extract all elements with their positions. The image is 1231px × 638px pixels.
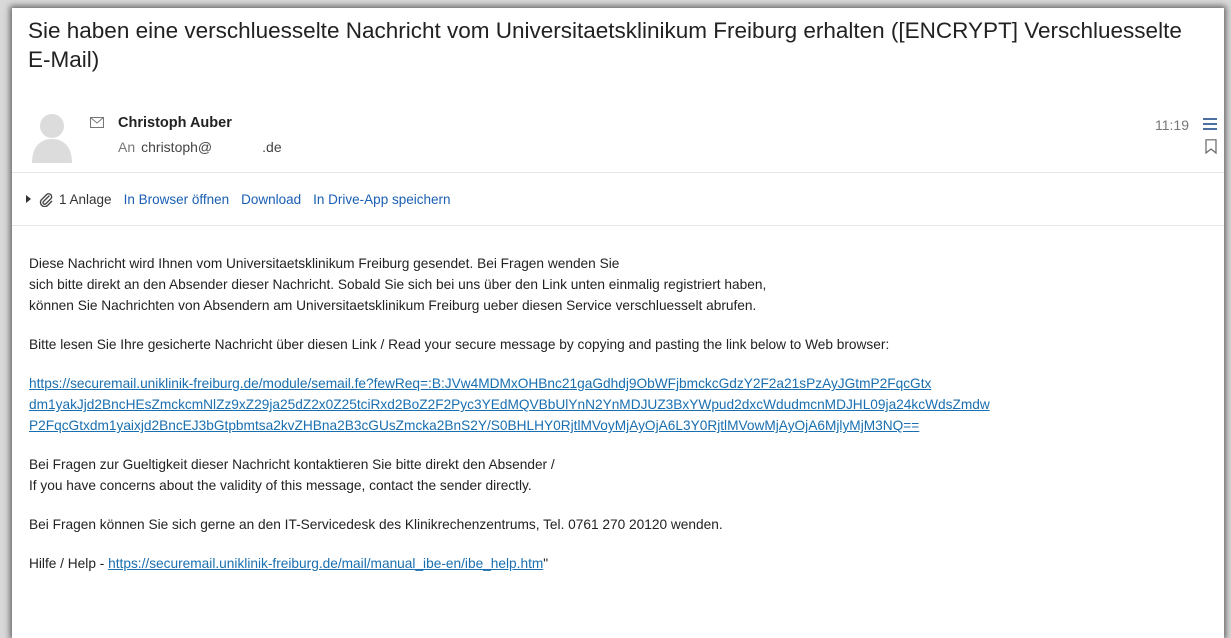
attachment-bar: 1 Anlage In Browser öffnen Download In Driv… xyxy=(26,191,451,211)
servicedesk-text: Bei Fragen können Sie sich gerne an den … xyxy=(29,517,723,532)
secure-link-block: https://securemail.uniklinik-freiburg.de… xyxy=(29,373,1209,436)
validity-paragraph: Bei Fragen zur Gueltigkeit dieser Nachri… xyxy=(29,454,1209,496)
sender-name[interactable]: Christoph Auber xyxy=(118,115,232,131)
intro-line: sich bitte direkt an den Absender dieser… xyxy=(29,277,767,292)
save-to-drive-link[interactable]: In Drive-App speichern xyxy=(313,192,450,207)
recipient-line: An christoph@ .de xyxy=(118,139,282,155)
menu-icon[interactable] xyxy=(1203,118,1217,130)
help-link[interactable]: https://securemail.uniklinik-freiburg.de… xyxy=(108,556,543,571)
recipient-domain: .de xyxy=(262,139,282,155)
help-prefix: Hilfe / Help - xyxy=(29,556,109,571)
email-body: Diese Nachricht wird Ihnen vom Universit… xyxy=(29,253,1209,574)
email-window: Sie haben eine verschluesselte Nachricht… xyxy=(12,8,1224,638)
servicedesk-paragraph: Bei Fragen können Sie sich gerne an den … xyxy=(29,514,1209,535)
attachment-divider xyxy=(12,225,1224,226)
help-suffix: " xyxy=(543,556,549,571)
envelope-icon xyxy=(90,117,104,128)
to-label: An xyxy=(118,139,136,155)
bookmark-icon[interactable] xyxy=(1205,139,1217,154)
read-prompt-text: Bitte lesen Sie Ihre gesicherte Nachrich… xyxy=(29,337,890,352)
intro-line: können Sie Nachrichten von Absendern am … xyxy=(29,298,757,313)
download-link[interactable]: Download xyxy=(241,192,301,207)
intro-line: Diese Nachricht wird Ihnen vom Universit… xyxy=(29,256,620,271)
attachment-count: 1 Anlage xyxy=(59,191,112,207)
secure-message-link[interactable]: dm1yakJjd2BncHEsZmckcmNlZz9xZ29ja25dZ2x0… xyxy=(29,394,1209,415)
received-time: 11:19 xyxy=(1155,117,1189,133)
validity-line: Bei Fragen zur Gueltigkeit dieser Nachri… xyxy=(29,457,555,472)
paperclip-icon xyxy=(39,193,53,207)
help-paragraph: Hilfe / Help - https://securemail.unikli… xyxy=(29,553,1209,574)
read-prompt: Bitte lesen Sie Ihre gesicherte Nachrich… xyxy=(29,334,1209,355)
recipient-local: christoph@ xyxy=(141,139,213,155)
secure-message-link[interactable]: https://securemail.uniklinik-freiburg.de… xyxy=(29,373,1209,394)
intro-paragraph: Diese Nachricht wird Ihnen vom Universit… xyxy=(29,253,1209,316)
avatar-icon xyxy=(32,114,72,163)
expand-triangle-icon[interactable] xyxy=(26,195,31,204)
open-in-browser-link[interactable]: In Browser öffnen xyxy=(124,192,230,207)
header-divider xyxy=(12,172,1224,173)
secure-message-link[interactable]: P2FqcGtxdm1yaixjd2BncEJ3bGtpbmtsa2kvZHBn… xyxy=(29,415,1209,436)
validity-line: If you have concerns about the validity … xyxy=(29,478,532,493)
email-subject: Sie haben eine verschluesselte Nachricht… xyxy=(28,18,1182,72)
